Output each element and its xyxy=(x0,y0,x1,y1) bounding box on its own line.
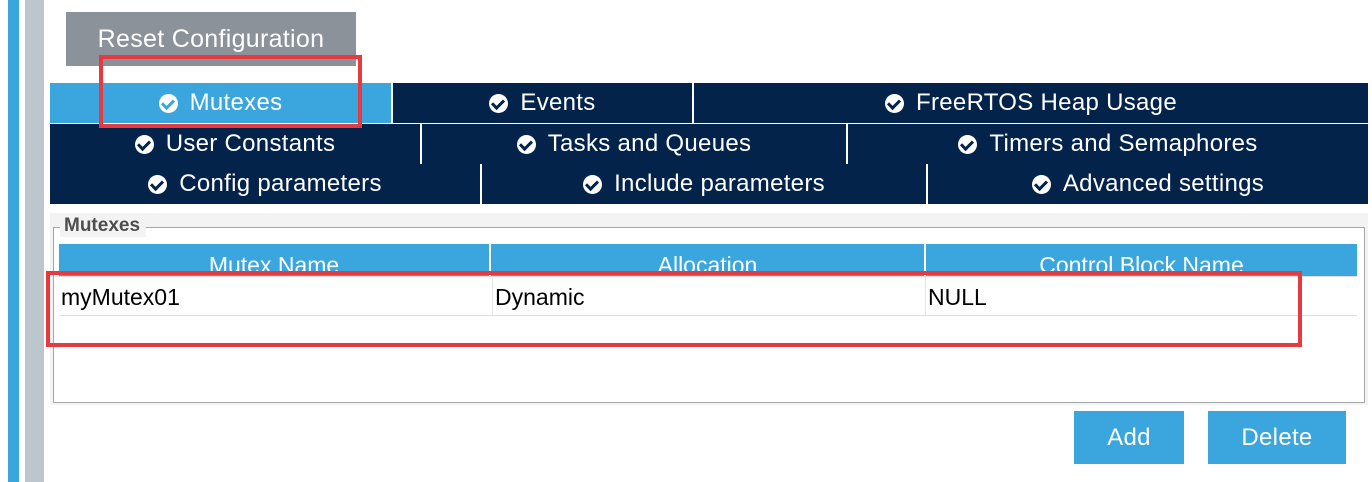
group-legend: Mutexes xyxy=(60,215,147,237)
tab-row-2: User Constants Tasks and Queues Timers a… xyxy=(50,124,1368,164)
tab-advanced-settings[interactable]: Advanced settings xyxy=(928,164,1368,204)
check-circle-icon xyxy=(1031,174,1051,194)
tab-label: Events xyxy=(520,89,596,116)
tab-label: FreeRTOS Heap Usage xyxy=(916,89,1177,116)
tab-row-1: Mutexes Events FreeRTOS Heap Usage xyxy=(50,83,1368,123)
cell-allocation[interactable]: Dynamic xyxy=(493,277,926,315)
column-header-control-block-name[interactable]: Control Block Name xyxy=(926,244,1357,276)
tab-label: Advanced settings xyxy=(1062,170,1265,197)
check-circle-icon xyxy=(158,93,178,113)
tab-mutexes[interactable]: Mutexes xyxy=(50,83,393,123)
table-header: Mutex Name Allocation Control Block Name xyxy=(59,244,1357,276)
tab-freertos-heap-usage[interactable]: FreeRTOS Heap Usage xyxy=(694,83,1368,123)
tab-row-3: Config parameters Include parameters Adv… xyxy=(50,164,1368,204)
tab-events[interactable]: Events xyxy=(393,83,694,123)
tab-user-constants[interactable]: User Constants xyxy=(50,124,422,164)
tab-label: User Constants xyxy=(165,130,336,157)
tab-label: Tasks and Queues xyxy=(547,130,752,157)
tab-label: Include parameters xyxy=(614,170,825,197)
tab-label: Timers and Semaphores xyxy=(989,130,1258,157)
check-circle-icon xyxy=(885,93,905,113)
reset-configuration-button[interactable]: Reset Configuration xyxy=(66,12,356,66)
tab-include-parameters[interactable]: Include parameters xyxy=(482,164,928,204)
check-circle-icon xyxy=(583,174,603,194)
left-splitter[interactable] xyxy=(25,0,44,482)
check-circle-icon xyxy=(958,134,978,154)
delete-button[interactable]: Delete xyxy=(1208,411,1346,464)
tab-label: Config parameters xyxy=(179,170,382,197)
check-circle-icon xyxy=(516,134,536,154)
tab-tasks-and-queues[interactable]: Tasks and Queues xyxy=(422,124,848,164)
tab-label: Mutexes xyxy=(189,89,283,116)
tab-timers-and-semaphores[interactable]: Timers and Semaphores xyxy=(848,124,1368,164)
check-circle-icon xyxy=(489,93,509,113)
add-button[interactable]: Add xyxy=(1074,411,1184,464)
mutex-table: Mutex Name Allocation Control Block Name… xyxy=(59,244,1357,316)
cell-control-block-name[interactable]: NULL xyxy=(926,277,1357,315)
column-header-allocation[interactable]: Allocation xyxy=(491,244,926,276)
table-row[interactable]: myMutex01 Dynamic NULL xyxy=(59,276,1357,316)
check-circle-icon xyxy=(134,134,154,154)
column-header-mutex-name[interactable]: Mutex Name xyxy=(59,244,491,276)
tab-config-parameters[interactable]: Config parameters xyxy=(50,164,482,204)
left-edge-strip xyxy=(8,0,19,482)
check-circle-icon xyxy=(148,174,168,194)
cell-mutex-name[interactable]: myMutex01 xyxy=(59,277,493,315)
